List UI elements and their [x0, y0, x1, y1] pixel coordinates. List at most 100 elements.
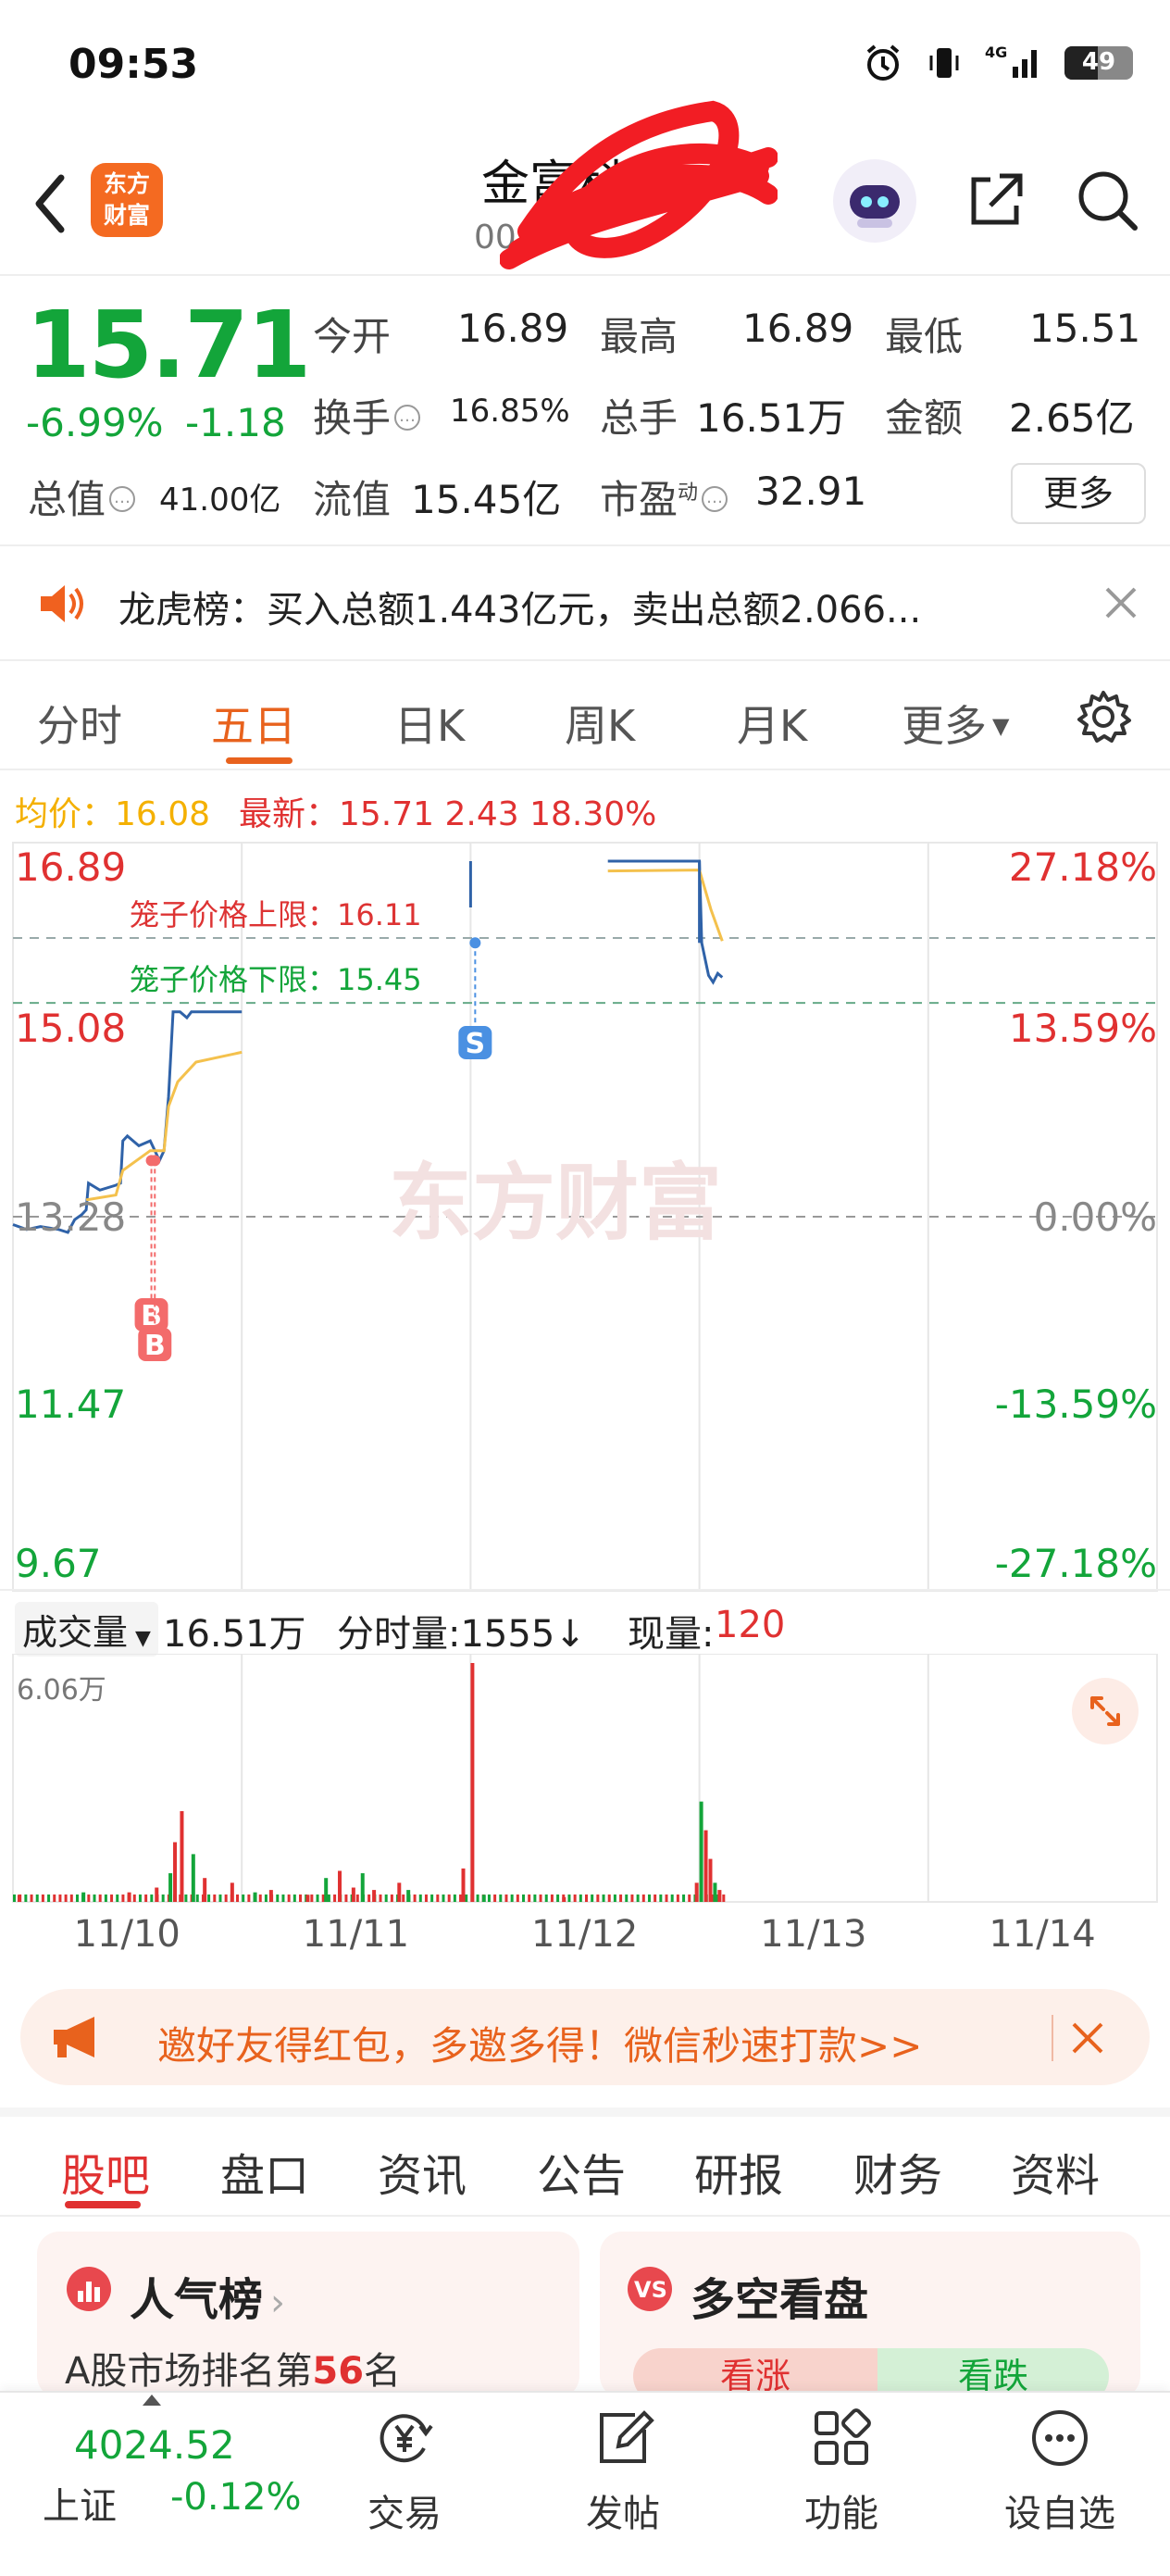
ai-assistant-avatar[interactable]: [833, 159, 916, 243]
open-value: 16.89: [457, 306, 569, 351]
divider: [0, 274, 1170, 276]
nav-post[interactable]: 发帖: [554, 2406, 692, 2537]
x-tick-date: 11/12: [531, 1913, 639, 1956]
y-tick-right: -27.18%: [994, 1541, 1157, 1586]
promo-text[interactable]: 邀好友得红包，多邀多得！微信秒速打款>>: [157, 2015, 922, 2071]
volume-bar: [647, 1894, 651, 1902]
index-value[interactable]: 4024.52: [74, 2422, 235, 2468]
more-quote-button[interactable]: 更多: [1011, 463, 1146, 524]
gear-icon[interactable]: [1074, 687, 1133, 746]
volume-bar: [670, 1894, 674, 1902]
volume-bar: [602, 1894, 605, 1902]
volume-bar: [367, 1894, 371, 1902]
notice-text[interactable]: 龙虎榜：买入总额1.443亿元，卖出总额2.066...: [118, 580, 921, 633]
expand-indicator-icon[interactable]: [143, 2395, 161, 2406]
volume-bar: [69, 1894, 73, 1902]
volume-label: 总手: [600, 395, 678, 441]
volume-bar: [682, 1894, 686, 1902]
nav-add-watchlist[interactable]: 设自选: [990, 2406, 1129, 2537]
volume-bar: [379, 1894, 382, 1902]
volume-bar: [327, 1894, 330, 1902]
y-tick-right: 0.00%: [1033, 1194, 1157, 1240]
tab-announcements[interactable]: 公告: [537, 2139, 626, 2204]
volume-dropdown[interactable]: 成交量 ▼: [15, 1602, 158, 1657]
x-tick-date: 11/14: [989, 1913, 1096, 1956]
tab-guba[interactable]: 股吧: [61, 2139, 150, 2204]
float-cap-label: 流值: [313, 477, 392, 522]
volume-bar: [17, 1894, 21, 1902]
bull-bear-title: 多空看盘: [691, 2274, 869, 2326]
tab-weekly-k[interactable]: 周K: [565, 693, 635, 754]
tab-more[interactable]: 更多 ▼: [902, 693, 1009, 754]
close-icon[interactable]: [1064, 2015, 1111, 2061]
vs-icon: VS: [628, 2267, 672, 2311]
robot-icon: [850, 185, 900, 228]
expand-chart-button[interactable]: [1072, 1678, 1139, 1744]
index-name[interactable]: 上证: [43, 2476, 117, 2530]
info-icon[interactable]: …: [109, 485, 136, 512]
volume-bar: [116, 1894, 119, 1902]
volume-bars: [13, 1663, 726, 1902]
redaction-scribble: [500, 100, 778, 269]
divider: [0, 544, 1170, 546]
divider: [0, 769, 1170, 770]
vibrate-icon: [929, 48, 959, 78]
tab-pankou[interactable]: 盘口: [220, 2139, 309, 2204]
volume-bar: [402, 1894, 405, 1902]
volume-bar: [41, 1894, 44, 1902]
nav-functions[interactable]: 功能: [772, 2406, 911, 2537]
divider: [0, 2107, 1170, 2117]
tab-finance[interactable]: 财务: [853, 2139, 942, 2204]
tab-research[interactable]: 研报: [694, 2139, 783, 2204]
volume-bar: [355, 1894, 359, 1902]
volume-bar: [144, 1894, 148, 1902]
volume-bar: [694, 1882, 699, 1902]
tab-five-day[interactable]: 五日: [211, 693, 296, 754]
cage-guide-label: 笼子价格上限：16.11: [130, 897, 422, 932]
volume-bar: [281, 1894, 285, 1902]
turnover-value: 16.85%: [450, 393, 570, 430]
share-icon[interactable]: [963, 167, 1027, 231]
volume-bar: [619, 1894, 623, 1902]
volume-bar: [539, 1894, 542, 1902]
popularity-title: 人气榜 ›: [130, 2274, 286, 2326]
avg-line: [607, 869, 724, 942]
tab-profile[interactable]: 资料: [1011, 2139, 1100, 2204]
volume-bar: [579, 1894, 582, 1902]
volume-bar: [442, 1894, 445, 1902]
avg-line: [85, 1050, 243, 1202]
volume-bar: [567, 1894, 571, 1902]
info-icon[interactable]: …: [702, 485, 728, 512]
index-change[interactable]: -0.12%: [170, 2476, 302, 2519]
market-cap-label: 总值…: [28, 469, 136, 525]
volume-bar: [447, 1894, 451, 1902]
volume-bar: [242, 1894, 245, 1902]
tab-intraday[interactable]: 分时: [37, 693, 122, 754]
tab-news[interactable]: 资讯: [378, 2139, 467, 2204]
volume-bar: [397, 1882, 402, 1902]
current-price: 15.71: [26, 291, 311, 399]
back-button[interactable]: [24, 167, 80, 241]
volume-bar: [585, 1894, 588, 1902]
nav-trade[interactable]: 交易: [335, 2406, 474, 2537]
high-label: 最高: [600, 314, 678, 359]
tab-monthly-k[interactable]: 月K: [737, 693, 807, 754]
open-label: 今开: [313, 314, 392, 359]
volume-total: 16.51万: [163, 1613, 306, 1656]
search-icon[interactable]: [1074, 167, 1140, 233]
info-icon[interactable]: …: [394, 404, 421, 431]
volume-bar: [596, 1894, 600, 1902]
y-tick-left: 11.47: [15, 1382, 127, 1427]
close-icon[interactable]: [1098, 580, 1144, 626]
speaker-icon: [41, 585, 83, 622]
divider: [1052, 2015, 1053, 2061]
volume-bar: [659, 1894, 663, 1902]
dropdown-caret-icon: ▼: [135, 1627, 151, 1650]
brand-logo[interactable]: 东方 财富: [91, 163, 163, 237]
volume-bar: [510, 1894, 514, 1902]
volume-bar: [35, 1894, 39, 1902]
status-icons: 4G 49: [863, 43, 1133, 83]
latest-price-label: 最新：15.71 2.43 18.30%: [239, 795, 657, 833]
tab-daily-k[interactable]: 日K: [394, 693, 465, 754]
volume-bar: [390, 1894, 393, 1902]
